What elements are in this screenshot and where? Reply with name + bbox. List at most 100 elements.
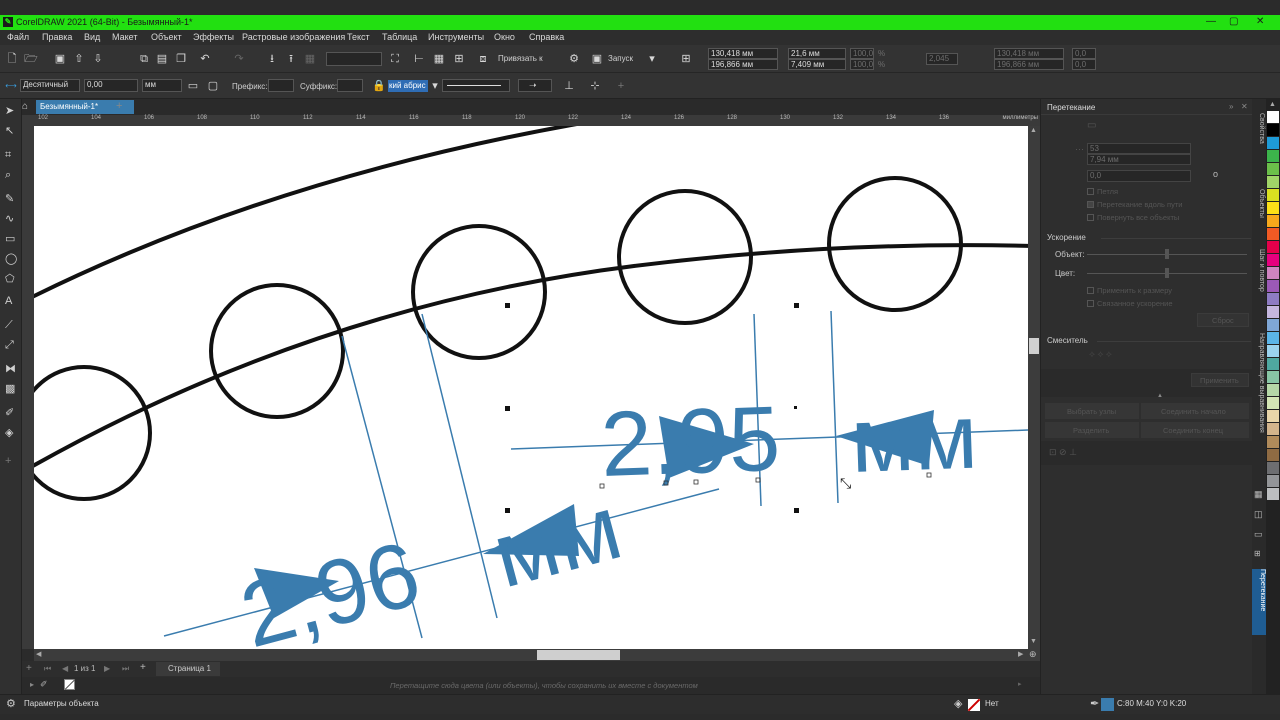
color-swatch[interactable] (1267, 137, 1279, 149)
color-swatch[interactable] (1267, 215, 1279, 227)
maximize-button[interactable]: ▢ (1229, 16, 1238, 27)
rotation-field[interactable]: 0,0 (1087, 170, 1191, 182)
menu-effects[interactable]: Эффекты (193, 32, 234, 42)
collapse-chevron-icon[interactable]: ▲ (1157, 393, 1163, 399)
outline-style-select[interactable] (442, 79, 510, 92)
artistic-media-icon[interactable]: ∿ (5, 213, 14, 225)
tab-blend[interactable]: Перетекание (1252, 569, 1266, 635)
color-swatch[interactable] (1267, 241, 1279, 253)
export-icon[interactable]: ⭱ (284, 52, 298, 66)
color-swatch[interactable] (1267, 254, 1279, 266)
launch-label[interactable]: Запуск (608, 54, 633, 63)
close-button[interactable]: ✕ (1256, 16, 1264, 27)
horizontal-ruler[interactable]: 102 104 106 108 110 112 114 116 118 120 122 124 126 1… (34, 115, 1040, 126)
copy-icon[interactable]: ⧉ (137, 52, 151, 66)
drawing-canvas[interactable]: 2,95 мм 2,96 мм ⤡ (34, 126, 1028, 649)
open-icon[interactable]: 🗁 (24, 52, 38, 66)
pick-tool-icon[interactable]: ➤ (5, 105, 14, 117)
position2-y-field[interactable]: 196,866 мм (994, 59, 1064, 70)
color-swatch[interactable] (1267, 111, 1279, 123)
color-swatch[interactable] (1267, 150, 1279, 162)
vertical-scroll-thumb[interactable] (1029, 338, 1039, 354)
prev-page-icon[interactable]: ◀ (62, 664, 68, 673)
text-position-icon[interactable]: ⊥ (562, 79, 576, 93)
rectangle-tool-icon[interactable]: ▭ (5, 233, 15, 245)
docker-close-icon[interactable]: ✕ (1241, 102, 1248, 111)
zoom-page-icon[interactable]: ⛶ (388, 52, 402, 66)
redo-icon[interactable]: ↷ (232, 52, 246, 66)
color-swatch[interactable] (1267, 163, 1279, 175)
split-button[interactable]: Разделить (1045, 422, 1139, 438)
rotation-b-field[interactable]: 0,0 (1072, 59, 1096, 70)
docker-collapse-icon[interactable]: » (1229, 102, 1233, 111)
cloud-download-icon[interactable]: ⇩ (91, 52, 105, 66)
connector-tool-icon[interactable]: ⤢ (5, 339, 14, 351)
apply-button[interactable]: Применить (1191, 373, 1249, 387)
color-swatch[interactable] (1267, 397, 1279, 409)
polygon-tool-icon[interactable]: ⬠ (5, 273, 15, 285)
dimension-units-select[interactable]: мм (142, 79, 182, 92)
join-start-button[interactable]: Соединить начало (1141, 403, 1249, 419)
document-palette[interactable]: ▸ ✐ Перетащите сюда цвета (или объекты),… (22, 677, 1040, 694)
duplicate-icon[interactable]: ❐ (174, 52, 188, 66)
color-swatch[interactable] (1267, 475, 1279, 487)
color-swatch[interactable] (1267, 267, 1279, 279)
chevron-down-icon[interactable]: ▾ (428, 79, 442, 93)
color-swatch[interactable] (1267, 202, 1279, 214)
menu-help[interactable]: Справка (529, 32, 564, 42)
horizontal-scrollbar[interactable]: ◀ ▶ (34, 649, 1028, 661)
color-swatch[interactable] (1267, 176, 1279, 188)
color-swatch[interactable] (1267, 449, 1279, 461)
vertical-scrollbar[interactable]: ▲ ▼ (1028, 126, 1040, 649)
linked-accel-checkbox[interactable] (1087, 300, 1094, 307)
rulers-icon[interactable]: ⊢ (412, 52, 426, 66)
tab-alignment-guides[interactable]: Направляющие выравнивания (1253, 333, 1265, 473)
new-tab-button[interactable]: + (116, 100, 122, 112)
publish-pdf-icon[interactable]: ▦ (303, 52, 317, 66)
position-x-field[interactable]: 130,418 мм (708, 48, 778, 59)
menu-tools[interactable]: Инструменты (428, 32, 484, 42)
next-page-icon[interactable]: ▶ (104, 664, 110, 673)
color-swatch[interactable] (1267, 462, 1279, 474)
dimension-style-select[interactable]: Десятичный (20, 79, 80, 92)
leading-zero-icon[interactable]: ▢ (206, 79, 220, 93)
reset-button[interactable]: Сброс (1197, 313, 1249, 327)
color-swatch[interactable] (1267, 293, 1279, 305)
transparency-tool-icon[interactable]: ▩ (5, 383, 15, 395)
color-swatch[interactable] (1267, 436, 1279, 448)
arrowhead-select[interactable]: ➝ (518, 79, 552, 92)
rotation-angle-field[interactable]: 2,045 (926, 53, 958, 65)
add-page-after-icon[interactable]: + (140, 662, 146, 673)
guidelines-icon[interactable]: ⊞ (452, 52, 466, 66)
import-icon[interactable]: ⭳ (265, 52, 279, 66)
cloud-upload-icon[interactable]: ⇧ (72, 52, 86, 66)
add-icon[interactable]: + (614, 79, 628, 93)
menu-object[interactable]: Объект (151, 32, 182, 42)
height-field[interactable]: 7,409 мм (788, 59, 846, 70)
menu-window[interactable]: Окно (494, 32, 515, 42)
menu-edit[interactable]: Правка (42, 32, 72, 42)
paste-icon[interactable]: ▤ (155, 52, 169, 66)
zoom-tool-icon[interactable]: ⌕ (5, 169, 11, 181)
chevron-down-icon[interactable]: ▾ (645, 52, 659, 66)
menu-view[interactable]: Вид (84, 32, 100, 42)
gear-icon[interactable]: ⚙ (567, 52, 581, 66)
minimize-button[interactable]: — (1206, 16, 1216, 27)
color-swatch[interactable] (1267, 371, 1279, 383)
scroll-left-icon[interactable]: ◀ (36, 650, 41, 658)
color-swatch[interactable] (1267, 358, 1279, 370)
scroll-right-icon[interactable]: ▶ (1018, 650, 1023, 658)
grid-icon[interactable]: ▦ (432, 52, 446, 66)
color-swatch[interactable] (1267, 332, 1279, 344)
home-icon[interactable]: ⌂ (22, 101, 28, 113)
no-color-swatch[interactable] (64, 679, 76, 690)
extension-lines-icon[interactable]: ⊹ (588, 79, 602, 93)
snap-to-label[interactable]: Привязать к (498, 54, 543, 63)
navigator-icon[interactable]: ⊕ (1029, 649, 1037, 660)
width-field[interactable]: 21,6 мм (788, 48, 846, 59)
eyedropper-icon[interactable]: ✐ (40, 679, 48, 690)
menu-layout[interactable]: Макет (112, 32, 137, 42)
prefix-input[interactable] (268, 79, 294, 92)
color-swatch[interactable] (1267, 384, 1279, 396)
text-tool-icon[interactable]: A (5, 295, 12, 307)
